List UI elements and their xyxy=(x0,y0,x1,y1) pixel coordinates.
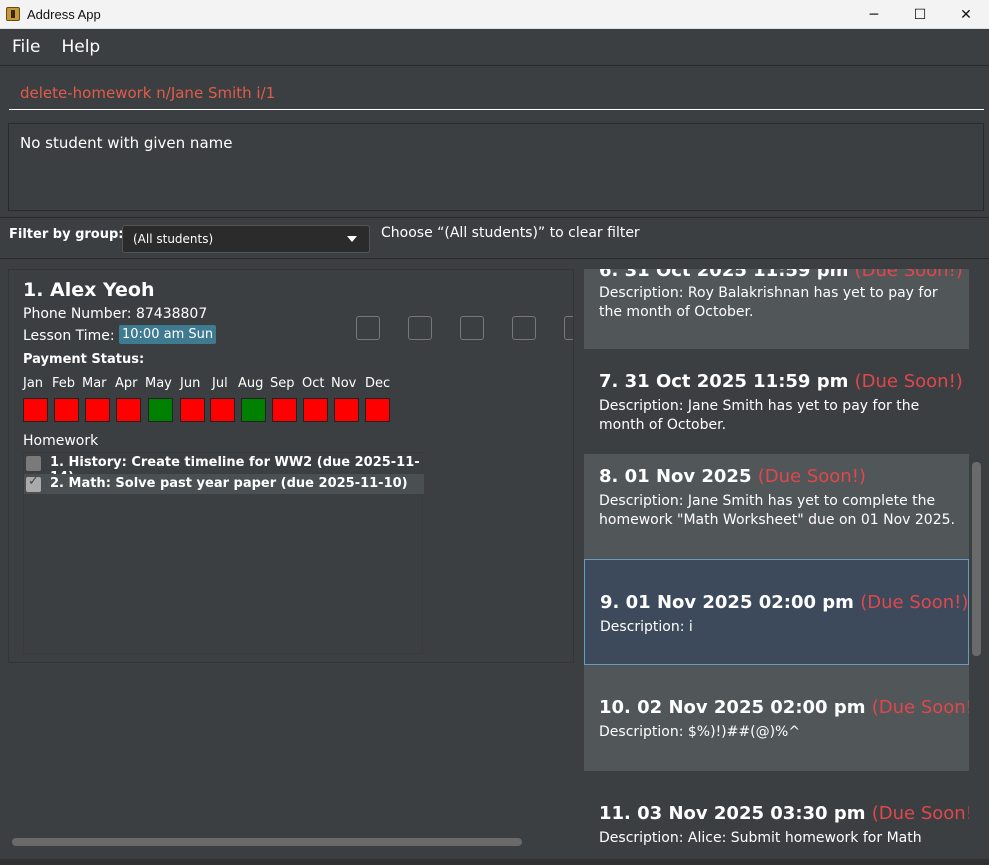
reminder-item[interactable]: 10. 02 Nov 2025 02:00 pm (Due Soon!) Des… xyxy=(584,665,969,771)
payment-status-box xyxy=(116,398,141,422)
close-button[interactable]: ✕ xyxy=(943,0,989,29)
reminder-description: Description: i xyxy=(600,619,693,635)
group-filter-value: (All students) xyxy=(133,232,214,246)
reminder-title: 6. 31 Oct 2025 11:59 pm (Due Soon!) xyxy=(599,269,963,281)
homework-list[interactable]: 1. History: Create timeline for WW2 (due… xyxy=(23,452,424,654)
maximize-button[interactable]: ☐ xyxy=(897,0,943,29)
month-label: Sep xyxy=(270,376,295,391)
month-label: May xyxy=(145,376,172,391)
payment-status-box xyxy=(210,398,235,422)
main-panel: 1. Alex Yeoh Phone Number: 87438807 Less… xyxy=(0,260,989,865)
reminder-description: Description: Alice: Submit homework for … xyxy=(599,830,922,846)
due-soon-label: (Due Soon!) xyxy=(871,697,969,718)
payment-status-box xyxy=(54,398,79,422)
reminder-item[interactable]: 7. 31 Oct 2025 11:59 pm (Due Soon!) Desc… xyxy=(584,349,969,454)
reminder-item[interactable]: 9. 01 Nov 2025 02:00 pm (Due Soon!) Desc… xyxy=(584,559,969,665)
filter-bar: Filter by group: (All students) Choose “… xyxy=(0,217,989,259)
filter-label: Filter by group: xyxy=(9,227,124,242)
due-soon-label: (Due Soon!) xyxy=(854,371,963,392)
filter-hint: Choose “(All students)” to clear filter xyxy=(381,225,640,241)
window-controls: ─ ☐ ✕ xyxy=(851,0,989,29)
month-label: Mar xyxy=(82,376,107,391)
result-text: No student with given name xyxy=(20,134,233,152)
payment-status-box xyxy=(365,398,390,422)
result-display: No student with given name xyxy=(8,123,984,211)
month-label: Jan xyxy=(23,376,44,391)
month-label: Oct xyxy=(302,376,325,391)
blank-box xyxy=(460,316,484,340)
reminder-item[interactable]: 8. 01 Nov 2025 (Due Soon!) Description: … xyxy=(584,454,969,559)
reminder-description: Description: Jane Smith has yet to compl… xyxy=(599,493,955,528)
reminder-item[interactable]: 6. 31 Oct 2025 11:59 pm (Due Soon!) Desc… xyxy=(584,269,969,349)
blank-box xyxy=(408,316,432,340)
due-soon-label: (Due Soon!) xyxy=(757,466,866,487)
status-bar xyxy=(0,859,989,865)
chevron-down-icon xyxy=(347,236,357,242)
month-label: Nov xyxy=(331,376,357,391)
due-soon-label: (Due Soon!) xyxy=(871,803,969,824)
vertical-scrollbar-thumb[interactable] xyxy=(972,462,981,656)
payment-status-box xyxy=(85,398,110,422)
homework-checkbox[interactable] xyxy=(26,456,41,471)
payment-status-box xyxy=(272,398,297,422)
due-soon-label: (Due Soon!) xyxy=(854,269,963,281)
homework-item[interactable]: 1. History: Create timeline for WW2 (due… xyxy=(24,453,424,485)
month-label: Jul xyxy=(212,376,228,391)
menu-bar: File Help xyxy=(0,29,989,66)
menu-help[interactable]: Help xyxy=(61,37,100,57)
window-title: Address App xyxy=(27,6,101,22)
reminder-title: 11. 03 Nov 2025 03:30 pm (Due Soon!) xyxy=(599,803,969,824)
payment-status-box xyxy=(241,398,266,422)
month-label: Dec xyxy=(365,376,391,391)
reminder-title: 10. 02 Nov 2025 02:00 pm (Due Soon!) xyxy=(599,697,969,718)
payment-status-box xyxy=(148,398,173,422)
payment-status-box xyxy=(23,398,48,422)
reminder-description: Description: Roy Balakrishnan has yet to… xyxy=(599,285,938,320)
payment-status-box xyxy=(303,398,328,422)
blank-box xyxy=(564,316,573,340)
person-card[interactable]: 1. Alex Yeoh Phone Number: 87438807 Less… xyxy=(8,269,574,663)
reminder-description: Description: $%)!)##(@)%^ xyxy=(599,724,801,740)
blank-box xyxy=(356,316,380,340)
person-name: 1. Alex Yeoh xyxy=(23,279,155,301)
due-soon-label: (Due Soon!) xyxy=(860,592,969,613)
reminder-title: 8. 01 Nov 2025 (Due Soon!) xyxy=(599,466,866,487)
reminder-description: Description: Jane Smith has yet to pay f… xyxy=(599,398,920,433)
reminder-title: 7. 31 Oct 2025 11:59 pm (Due Soon!) xyxy=(599,371,963,392)
payment-status-box xyxy=(180,398,205,422)
app-icon xyxy=(6,7,20,21)
lesson-time-tag: 10:00 am Sun xyxy=(119,325,217,344)
title-bar: Address App ─ ☐ ✕ xyxy=(0,0,989,29)
homework-text: 2. Math: Solve past year paper (due 2025… xyxy=(50,476,408,491)
reminder-item[interactable]: 11. 03 Nov 2025 03:30 pm (Due Soon!) Des… xyxy=(584,771,969,865)
person-phone: Phone Number: 87438807 xyxy=(23,306,208,322)
homework-label: Homework xyxy=(23,433,99,449)
homework-checkbox[interactable] xyxy=(26,474,41,492)
month-label: Feb xyxy=(52,376,76,391)
person-list[interactable]: 1. Alex Yeoh Phone Number: 87438807 Less… xyxy=(0,260,584,865)
payment-status-label: Payment Status: xyxy=(23,352,145,367)
lesson-time-label: Lesson Time: xyxy=(23,328,115,344)
group-filter-dropdown[interactable]: (All students) xyxy=(122,225,370,253)
month-label: Jun xyxy=(180,376,201,391)
blank-box xyxy=(512,316,536,340)
payment-status-box xyxy=(334,398,359,422)
reminder-list[interactable]: 6. 31 Oct 2025 11:59 pm (Due Soon!) Desc… xyxy=(584,269,989,865)
month-label: Apr xyxy=(115,376,138,391)
menu-file[interactable]: File xyxy=(12,37,40,57)
month-label: Aug xyxy=(238,376,264,391)
command-box xyxy=(0,66,989,118)
minimize-button[interactable]: ─ xyxy=(851,0,897,29)
command-input[interactable] xyxy=(9,76,984,110)
homework-item[interactable]: 2. Math: Solve past year paper (due 2025… xyxy=(24,474,424,494)
horizontal-scrollbar[interactable] xyxy=(12,838,522,846)
reminder-title: 9. 01 Nov 2025 02:00 pm (Due Soon!) xyxy=(600,592,969,613)
